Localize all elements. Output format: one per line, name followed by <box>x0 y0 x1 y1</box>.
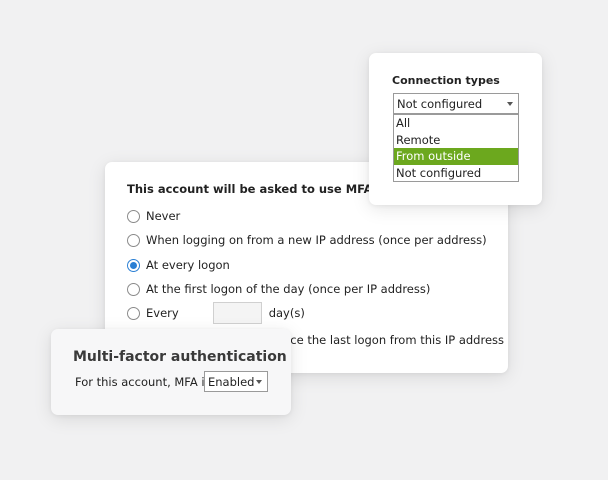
mfa-status-label: For this account, MFA is <box>75 375 211 389</box>
multifactor-title: Multi-factor authentication <box>73 349 287 365</box>
option-never[interactable]: Never <box>127 208 180 224</box>
dropdown-item-remote[interactable]: Remote <box>394 132 518 149</box>
option-label: At the first logon of the day (once per … <box>146 282 431 296</box>
option-label: At every logon <box>146 258 230 272</box>
radio-icon[interactable] <box>127 233 140 247</box>
radio-icon[interactable] <box>127 209 140 223</box>
dropdown-item-not-configured[interactable]: Not configured <box>394 165 518 182</box>
option-every-logon[interactable]: At every logon <box>127 257 230 273</box>
multifactor-panel: Multi-factor authentication For this acc… <box>51 329 291 415</box>
mfa-status-select[interactable]: Enabled <box>204 371 268 392</box>
mfa-heading: This account will be asked to use MFA: <box>127 182 378 196</box>
stage: This account will be asked to use MFA: N… <box>0 0 608 480</box>
option-label: Every <box>146 306 179 320</box>
option-label: When logging on from a new IP address (o… <box>146 233 487 247</box>
radio-icon[interactable] <box>127 258 140 272</box>
chevron-down-icon[interactable] <box>507 102 513 106</box>
connection-types-panel: Connection types Not configured All Remo… <box>369 53 542 205</box>
dropdown-item-all[interactable]: All <box>394 115 518 132</box>
option-label: Never <box>146 209 181 223</box>
option-since-last-logon-label: nce the last logon from this IP address <box>283 333 504 347</box>
option-first-logon-of-day[interactable]: At the first logon of the day (once per … <box>127 281 430 297</box>
option-every-n-days[interactable]: Every day(s) <box>127 302 305 324</box>
option-new-ip[interactable]: When logging on from a new IP address (o… <box>127 232 487 248</box>
connection-types-select[interactable]: Not configured <box>393 93 519 114</box>
days-suffix: day(s) <box>268 306 305 320</box>
connection-types-title: Connection types <box>392 74 500 87</box>
radio-icon[interactable] <box>127 306 140 320</box>
days-input[interactable] <box>212 302 262 324</box>
dropdown-item-from-outside[interactable]: From outside <box>394 148 518 165</box>
chevron-down-icon[interactable] <box>256 380 262 384</box>
select-value: Enabled <box>208 374 255 389</box>
connection-types-dropdown: All Remote From outside Not configured <box>393 114 519 182</box>
select-value: Not configured <box>397 96 483 111</box>
radio-icon[interactable] <box>127 282 140 296</box>
